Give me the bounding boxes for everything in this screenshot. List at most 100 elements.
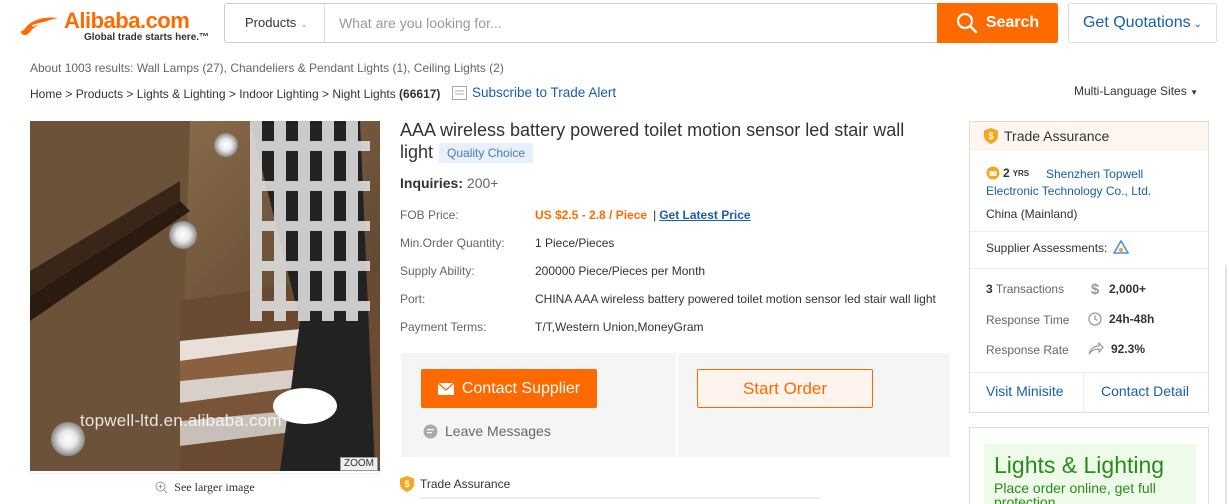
- alibaba-smile-icon: [20, 17, 59, 36]
- inquiries-label: Inquiries:: [400, 175, 464, 191]
- inquiries: Inquiries: 200+: [400, 175, 498, 191]
- product-image[interactable]: topwell-ltd.en.alibaba.com ZOOM: [30, 121, 380, 471]
- transactions-text: Transactions: [995, 282, 1065, 296]
- fob-price: US $2.5 - 2.8 / Piece | Get Latest Price: [535, 208, 751, 222]
- breadcrumb-separator: >: [65, 87, 73, 101]
- trade-assurance-header: $ Trade Assurance: [970, 122, 1208, 150]
- response-time-value: 24h-48h: [1109, 312, 1155, 326]
- zoom-button[interactable]: ZOOM: [340, 457, 378, 471]
- subscribe-trade-alert-link[interactable]: Subscribe to Trade Alert: [452, 85, 616, 100]
- port-label: Port:: [400, 292, 426, 306]
- fob-price-label: FOB Price:: [400, 208, 459, 222]
- supply-ability-label: Supply Ability:: [400, 264, 475, 278]
- header: Alibaba.com Global trade starts here.™ P…: [0, 0, 1229, 52]
- results-summary: About 1003 results: Wall Lamps (27), Cha…: [30, 61, 504, 75]
- supplier-country: China (Mainland): [986, 207, 1078, 221]
- years-badge: 2 YRS: [986, 166, 1029, 180]
- svg-text:$: $: [988, 131, 993, 141]
- moq-label: Min.Order Quantity:: [400, 236, 505, 250]
- leave-messages-label: Leave Messages: [445, 423, 551, 439]
- response-rate-label: Response Rate: [986, 343, 1069, 357]
- search-button-label: Search: [985, 14, 1040, 31]
- response-time: 24h-48h: [1088, 312, 1154, 326]
- quality-choice-badge: Quality Choice: [439, 143, 534, 164]
- truncated-text-line: [420, 497, 820, 499]
- search-category-label: Products: [245, 15, 297, 30]
- chevron-down-icon: ⌄: [1193, 19, 1202, 30]
- banner-subtitle: Place order online, get full protection: [994, 480, 1156, 504]
- banner-title: Lights & Lighting: [994, 452, 1165, 478]
- see-larger-label: See larger image: [174, 480, 255, 494]
- zoom-in-icon: [155, 481, 168, 494]
- get-quotations-label: Get Quotations: [1082, 14, 1191, 31]
- trade-assurance-row: $ Trade Assurance: [400, 476, 510, 492]
- chevron-down-icon: ⌄: [300, 19, 308, 29]
- breadcrumb-separator: >: [321, 87, 329, 101]
- breadcrumb-separator: >: [126, 87, 134, 101]
- supplier-assessments[interactable]: Supplier Assessments:: [986, 240, 1130, 256]
- breadcrumb-item[interactable]: Products: [76, 87, 123, 101]
- subscribe-label: Subscribe to Trade Alert: [472, 85, 617, 100]
- visit-minisite-link[interactable]: Visit Minisite: [986, 383, 1064, 399]
- years-unit: YRS: [1012, 168, 1030, 178]
- years-count: 2: [1003, 166, 1010, 180]
- search-category-select[interactable]: Products ⌄: [225, 4, 325, 42]
- transactions-amount: 2,000+: [1109, 282, 1147, 296]
- supplier-assessments-label: Supplier Assessments:: [986, 241, 1108, 255]
- divider: [970, 231, 1208, 232]
- get-latest-price-link[interactable]: Get Latest Price: [659, 208, 750, 222]
- breadcrumb-item[interactable]: Indoor Lighting: [239, 87, 318, 101]
- breadcrumb-item[interactable]: Home: [30, 87, 62, 101]
- divider: [1083, 372, 1084, 413]
- contact-detail-link[interactable]: Contact Detail: [1101, 383, 1189, 399]
- related-category-link[interactable]: Chandeliers & Pendant Lights (1): [230, 61, 407, 75]
- response-rate: 92.3%: [1088, 342, 1145, 356]
- related-category-link[interactable]: Wall Lamps (27): [137, 61, 224, 75]
- logo-tagline: Global trade starts here.™: [84, 32, 210, 43]
- action-box: Contact Supplier Leave Messages Start Or…: [401, 353, 950, 457]
- contact-supplier-button[interactable]: Contact Supplier: [421, 369, 597, 408]
- payment-terms-value: T/T,Western Union,MoneyGram: [535, 320, 704, 334]
- svg-text:$: $: [404, 479, 409, 489]
- get-quotations-button[interactable]: Get Quotations ⌄: [1068, 3, 1217, 43]
- breadcrumb-count: (66617): [399, 87, 441, 101]
- leave-messages-link[interactable]: Leave Messages: [423, 423, 551, 439]
- category-banner-box: Lights & Lighting Place order online, ge…: [969, 427, 1209, 504]
- divider: [970, 372, 1208, 373]
- trade-assurance-label: Trade Assurance: [420, 477, 511, 491]
- breadcrumb-separator: >: [228, 87, 236, 101]
- trade-assurance-header-label: Trade Assurance: [1004, 127, 1110, 144]
- image-watermark: topwell-ltd.en.alibaba.com: [80, 411, 282, 430]
- scrollbar[interactable]: [1225, 265, 1227, 504]
- caret-down-icon: ▼: [1190, 88, 1198, 97]
- reply-arrow-icon: [1088, 342, 1104, 355]
- related-category-link[interactable]: Ceiling Lights (2): [414, 61, 504, 75]
- search-input[interactable]: [325, 4, 937, 42]
- multi-language-sites-dropdown[interactable]: Multi-Language Sites ▼: [1074, 84, 1198, 98]
- alibaba-logo[interactable]: Alibaba.com Global trade starts here.™: [18, 6, 218, 43]
- lights-lighting-banner[interactable]: Lights & Lighting Place order online, ge…: [984, 444, 1196, 504]
- see-larger-image-link[interactable]: See larger image: [30, 473, 380, 501]
- chat-bubble-icon: [423, 424, 438, 438]
- assessment-icon: [1113, 240, 1130, 254]
- breadcrumb-item[interactable]: Night Lights: [332, 87, 395, 101]
- envelope-icon: [437, 382, 454, 395]
- results-count: About 1003 results:: [30, 61, 134, 75]
- response-time-label: Response Time: [986, 313, 1070, 327]
- action-divider: [676, 353, 678, 457]
- multi-language-label: Multi-Language Sites: [1074, 84, 1187, 98]
- start-order-button[interactable]: Start Order: [697, 369, 873, 408]
- trade-assurance-shield-icon: $: [400, 476, 414, 492]
- breadcrumb-item[interactable]: Lights & Lighting: [137, 87, 226, 101]
- gold-supplier-icon: [986, 166, 1000, 180]
- mail-icon: [452, 85, 467, 100]
- search-button[interactable]: Search: [937, 3, 1058, 43]
- clock-icon: [1088, 312, 1102, 326]
- logo-text: Alibaba.com: [64, 8, 190, 33]
- supply-ability-value: 200000 Piece/Pieces per Month: [535, 264, 706, 278]
- product-title: AAA wireless battery powered toilet moti…: [400, 119, 940, 164]
- search-icon: [956, 12, 978, 34]
- contact-supplier-label: Contact Supplier: [461, 379, 581, 397]
- transactions-count: 3: [986, 282, 993, 296]
- inquiries-value: 200+: [466, 175, 499, 191]
